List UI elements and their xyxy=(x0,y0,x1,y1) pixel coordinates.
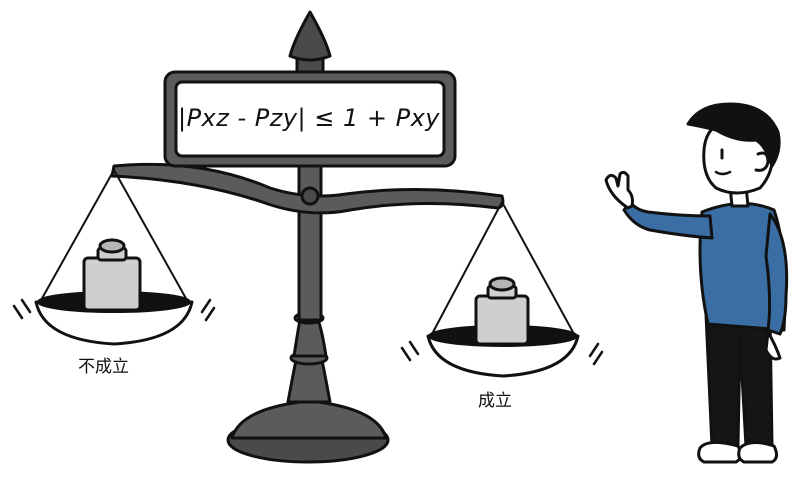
waving-hand-icon xyxy=(604,170,634,210)
right-pan-label: 成立 xyxy=(478,391,512,411)
scale-finial xyxy=(288,10,332,74)
weight-icon xyxy=(474,276,530,346)
left-pan xyxy=(12,169,216,346)
right-pan xyxy=(400,201,604,378)
illustration: |Pxz - Pzy| ≤ 1 + Pxy 不成立 成立 xyxy=(0,0,800,487)
person-icon xyxy=(604,102,789,464)
balance-scale-icon xyxy=(12,10,789,464)
scale-base xyxy=(226,311,390,464)
weight-icon xyxy=(82,238,142,312)
formula-text: |Pxz - Pzy| ≤ 1 + Pxy xyxy=(177,104,441,132)
scale-pillar xyxy=(297,148,323,322)
left-pan-label: 不成立 xyxy=(78,357,129,377)
